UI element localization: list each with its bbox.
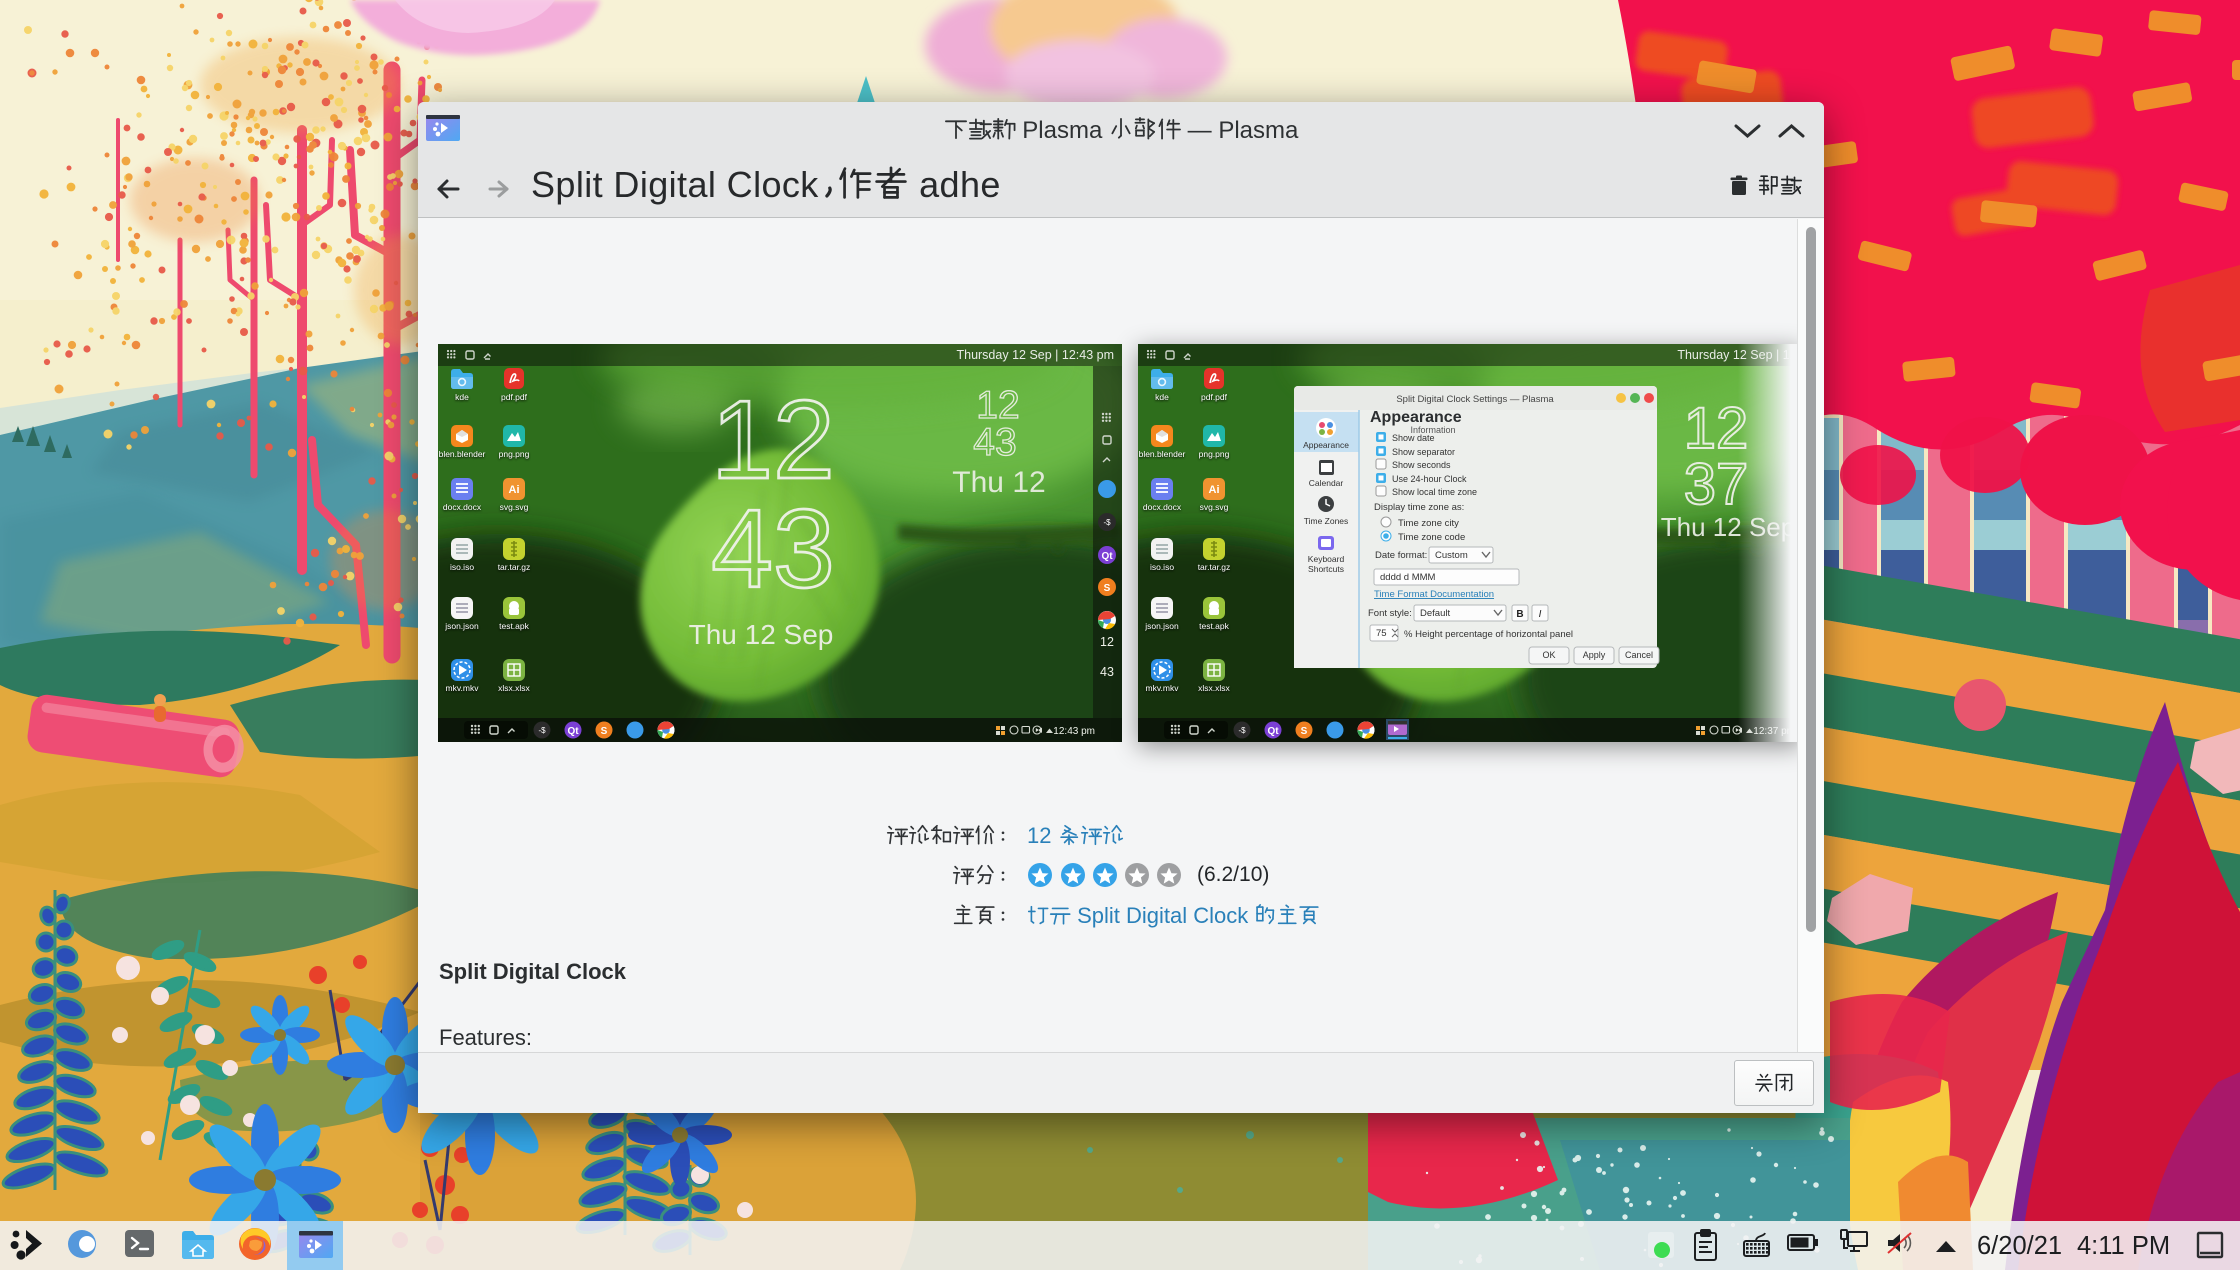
svg-text:Split Digital Clock Settings —: Split Digital Clock Settings — Plasma [1396,394,1554,405]
svg-text:-$: -$ [1103,518,1111,527]
svg-text:-$: -$ [538,726,546,735]
svg-text:Qt: Qt [1101,551,1113,562]
svg-text:blen.blender: blen.blender [1139,449,1186,459]
svg-text:tar.tar.gz: tar.tar.gz [498,562,531,572]
svg-text:Custom: Custom [1435,550,1468,561]
svg-text:json.json: json.json [444,621,479,631]
svg-text:S: S [1104,583,1111,594]
svg-text:Use 24-hour Clock: Use 24-hour Clock [1392,474,1467,484]
svg-text:tar.tar.gz: tar.tar.gz [1198,562,1231,572]
svg-text:Display time zone as:: Display time zone as: [1374,502,1464,513]
svg-text:kde: kde [455,392,469,402]
svg-text:OK: OK [1542,650,1555,660]
svg-text:docx.docx: docx.docx [443,502,482,512]
svg-text:Keyboard: Keyboard [1308,554,1345,564]
svg-text:75: 75 [1376,628,1387,639]
svg-text:dddd d MMM: dddd d MMM [1380,572,1436,583]
svg-text:xlsx.xlsx: xlsx.xlsx [1198,683,1230,693]
svg-text:43: 43 [1100,665,1114,679]
svg-text:Cancel: Cancel [1625,650,1653,660]
svg-text:png.png: png.png [499,449,530,459]
svg-text:43: 43 [973,421,1016,464]
svg-text:-$: -$ [1238,726,1246,735]
svg-text:Thu 12: Thu 12 [952,466,1045,499]
svg-text:pdf.pdf: pdf.pdf [501,392,528,402]
svg-text:iso.iso: iso.iso [1150,562,1174,572]
svg-text:svg.svg: svg.svg [1200,502,1229,512]
svg-text:Thursday 12 Sep | 12:43 pm: Thursday 12 Sep | 12:43 pm [956,348,1114,362]
svg-text:Show date: Show date [1392,433,1435,443]
svg-text:Qt: Qt [1267,726,1279,737]
svg-text:pdf.pdf: pdf.pdf [1201,392,1228,402]
svg-text:12:43 pm: 12:43 pm [1053,726,1095,737]
svg-text:blen.blender: blen.blender [439,449,486,459]
svg-text:Appearance: Appearance [1370,409,1462,426]
svg-text:Date format:: Date format: [1375,550,1427,561]
svg-text:S: S [1301,726,1308,737]
svg-text:% Height percentage of horizon: % Height percentage of horizontal panel [1404,629,1573,640]
svg-text:xlsx.xlsx: xlsx.xlsx [498,683,530,693]
svg-text:12: 12 [711,378,834,502]
svg-text:Time zone code: Time zone code [1398,532,1465,543]
svg-text:json.json: json.json [1144,621,1179,631]
svg-text:Show local time zone: Show local time zone [1392,487,1477,497]
svg-text:Time zone city: Time zone city [1398,518,1459,529]
svg-text:mkv.mkv: mkv.mkv [446,683,480,693]
svg-text:Ai: Ai [509,484,520,496]
svg-text:S: S [601,726,608,737]
svg-text:svg.svg: svg.svg [500,502,529,512]
svg-text:png.png: png.png [1199,449,1230,459]
svg-text:Calendar: Calendar [1309,478,1344,488]
svg-text:Shortcuts: Shortcuts [1308,564,1344,574]
svg-text:Time Format Documentation: Time Format Documentation [1374,589,1494,600]
svg-text:Apply: Apply [1583,650,1606,660]
svg-text:12: 12 [1100,635,1114,649]
svg-text:test.apk: test.apk [499,621,530,631]
svg-text:Ai: Ai [1209,484,1220,496]
svg-text:Appearance: Appearance [1303,440,1349,450]
svg-text:test.apk: test.apk [1199,621,1230,631]
svg-text:kde: kde [1155,392,1169,402]
svg-text:docx.docx: docx.docx [1143,502,1182,512]
svg-text:I: I [1539,609,1542,620]
svg-text:Qt: Qt [567,726,579,737]
svg-text:Show seconds: Show seconds [1392,460,1451,470]
svg-text:43: 43 [711,487,834,611]
svg-text:Font style:: Font style: [1368,608,1412,619]
svg-text:iso.iso: iso.iso [450,562,474,572]
svg-text:B: B [1516,609,1523,620]
svg-text:Default: Default [1420,608,1450,619]
svg-text:Show separator: Show separator [1392,447,1455,457]
svg-text:Time Zones: Time Zones [1304,516,1349,526]
svg-text:Thu 12 Sep: Thu 12 Sep [689,619,834,650]
svg-text:mkv.mkv: mkv.mkv [1146,683,1180,693]
